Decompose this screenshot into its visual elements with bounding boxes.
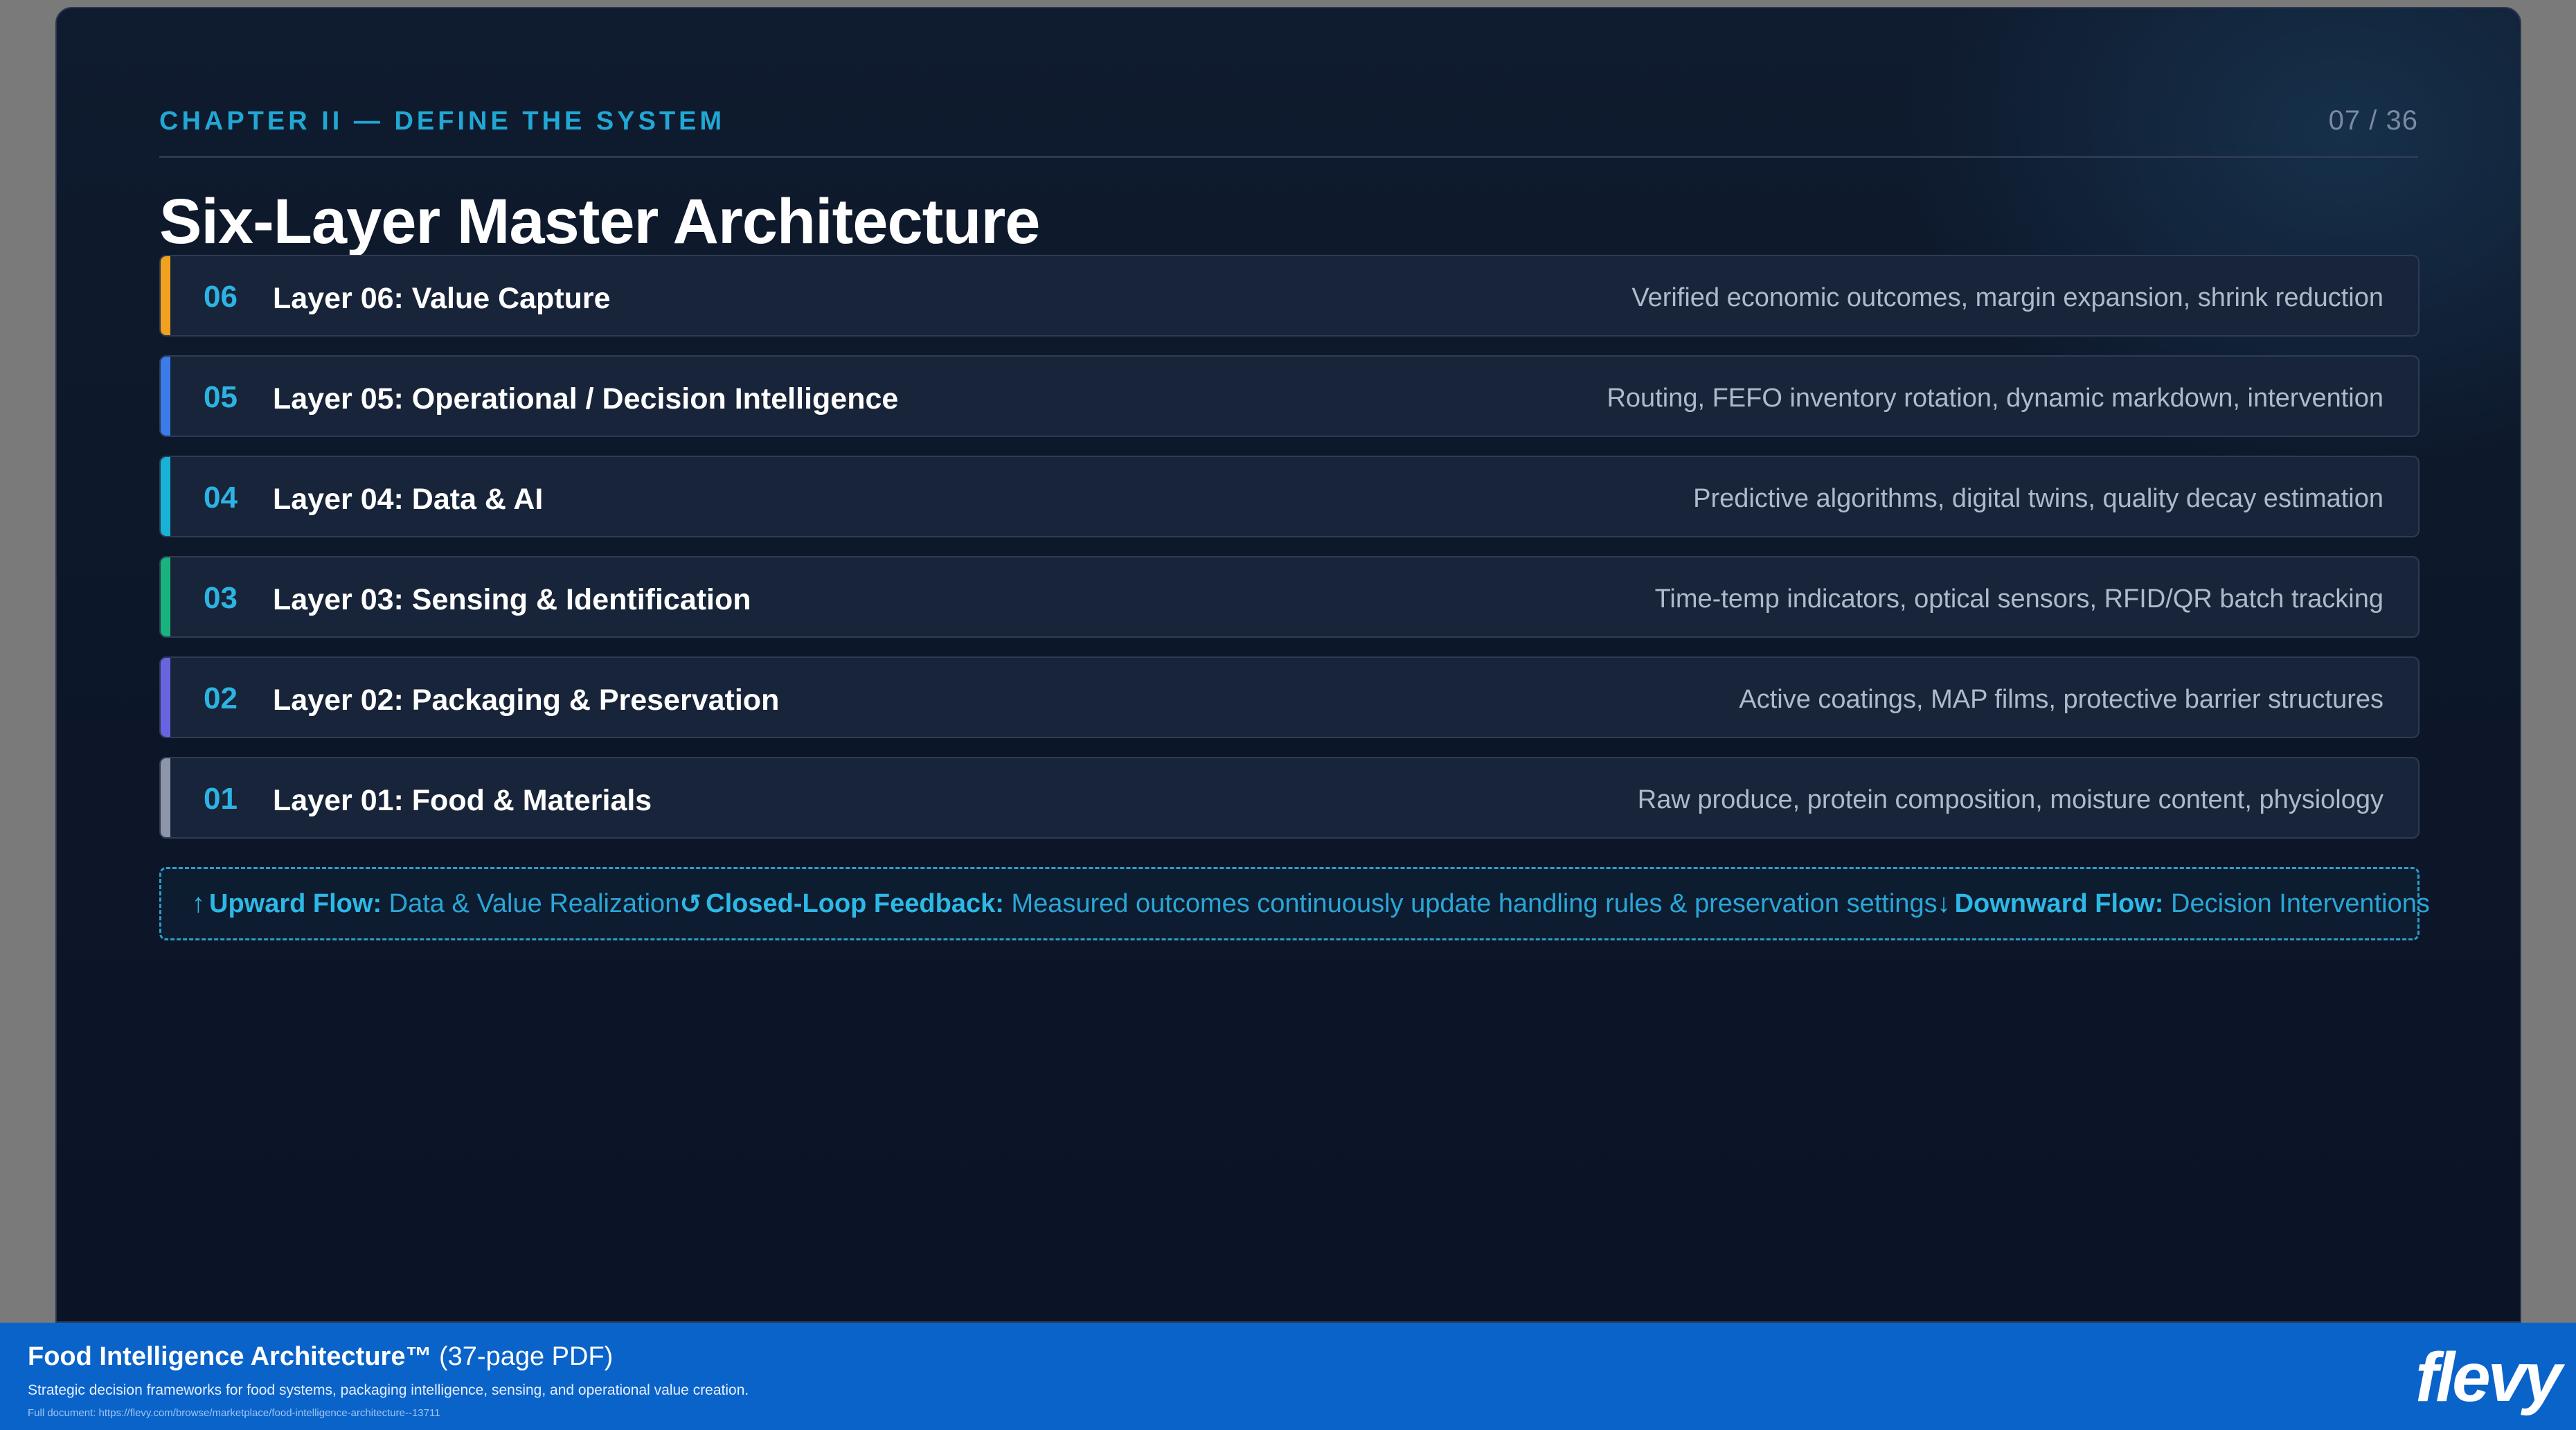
closed-loop-feedback: ↺ Closed-Loop Feedback: Measured outcome… <box>679 888 1937 920</box>
upward-flow-value: Data & Value Realization <box>388 888 680 918</box>
document-title: Food Intelligence Architecture™ (37-page… <box>28 1342 613 1372</box>
slide-title: Six-Layer Master Architecture <box>159 186 1040 257</box>
layer-number: 01 <box>204 782 238 816</box>
arrow-down-icon: ↓ <box>1937 888 1951 918</box>
layer-row: 01 Layer 01: Food & Materials Raw produc… <box>159 757 2420 839</box>
layer-number: 02 <box>204 681 238 715</box>
document-subtitle: Strategic decision frameworks for food s… <box>28 1382 749 1398</box>
layer-row: 05 Layer 05: Operational / Decision Inte… <box>159 355 2420 437</box>
downward-flow: ↓ Downward Flow: Decision Interventions <box>1938 889 2430 919</box>
layer-row: 06 Layer 06: Value Capture Verified econ… <box>159 255 2420 337</box>
layer-name: Layer 02: Packaging & Preservation <box>273 683 780 717</box>
layer-row: 04 Layer 04: Data & AI Predictive algori… <box>159 456 2420 537</box>
layer-description: Verified economic outcomes, margin expan… <box>1631 283 2383 312</box>
layer-accent-bar <box>161 557 170 636</box>
layer-name: Layer 01: Food & Materials <box>273 784 652 817</box>
page-number: 07 / 36 <box>2328 105 2418 136</box>
upward-flow-label: Upward Flow: <box>209 888 382 918</box>
downward-flow-label: Downward Flow: <box>1954 888 2164 918</box>
layer-row: 02 Layer 02: Packaging & Preservation Ac… <box>159 656 2420 738</box>
layer-number: 03 <box>204 581 238 615</box>
downward-flow-value: Decision Interventions <box>2171 888 2430 918</box>
slide: CHAPTER II — DEFINE THE SYSTEM 07 / 36 S… <box>55 7 2521 1323</box>
layer-list: 06 Layer 06: Value Capture Verified econ… <box>159 255 2420 857</box>
slide-header: CHAPTER II — DEFINE THE SYSTEM 07 / 36 <box>159 102 2418 158</box>
footer-banner: Food Intelligence Architecture™ (37-page… <box>0 1323 2576 1430</box>
layer-number: 06 <box>204 280 238 314</box>
layer-name: Layer 05: Operational / Decision Intelli… <box>273 382 899 415</box>
loop-arrow-icon: ↺ <box>679 889 702 919</box>
arrow-up-icon: ↑ <box>192 888 205 918</box>
flow-legend: ↑ Upward Flow: Data & Value Realization … <box>159 867 2430 940</box>
layer-row: 03 Layer 03: Sensing & Identification Ti… <box>159 556 2420 638</box>
layer-accent-bar <box>161 758 170 837</box>
layer-number: 05 <box>204 380 238 414</box>
layer-name: Layer 06: Value Capture <box>273 282 611 315</box>
layer-name: Layer 04: Data & AI <box>273 483 544 516</box>
upward-flow: ↑ Upward Flow: Data & Value Realization <box>192 889 679 919</box>
chapter-label: CHAPTER II — DEFINE THE SYSTEM <box>159 107 726 136</box>
closed-loop-value: Measured outcomes continuously update ha… <box>1011 888 1938 918</box>
layer-number: 04 <box>204 481 238 515</box>
layer-accent-bar <box>161 256 170 335</box>
document-title-pages: (37-page PDF) <box>431 1342 614 1371</box>
layer-description: Routing, FEFO inventory rotation, dynami… <box>1607 384 2383 413</box>
layer-name: Layer 03: Sensing & Identification <box>273 583 751 616</box>
flevy-logo[interactable]: flevy <box>2415 1338 2562 1418</box>
layer-description: Raw produce, protein composition, moistu… <box>1637 785 2383 814</box>
layer-description: Time-temp indicators, optical sensors, R… <box>1654 584 2383 614</box>
layer-description: Active coatings, MAP films, protective b… <box>1739 685 2383 714</box>
layer-accent-bar <box>161 357 170 436</box>
document-title-name: Food Intelligence Architecture™ <box>28 1342 432 1371</box>
layer-description: Predictive algorithms, digital twins, qu… <box>1693 484 2383 513</box>
document-link[interactable]: Full document: https://flevy.com/browse/… <box>28 1407 440 1419</box>
layer-accent-bar <box>161 457 170 536</box>
closed-loop-label: Closed-Loop Feedback: <box>706 888 1004 918</box>
layer-accent-bar <box>161 658 170 737</box>
